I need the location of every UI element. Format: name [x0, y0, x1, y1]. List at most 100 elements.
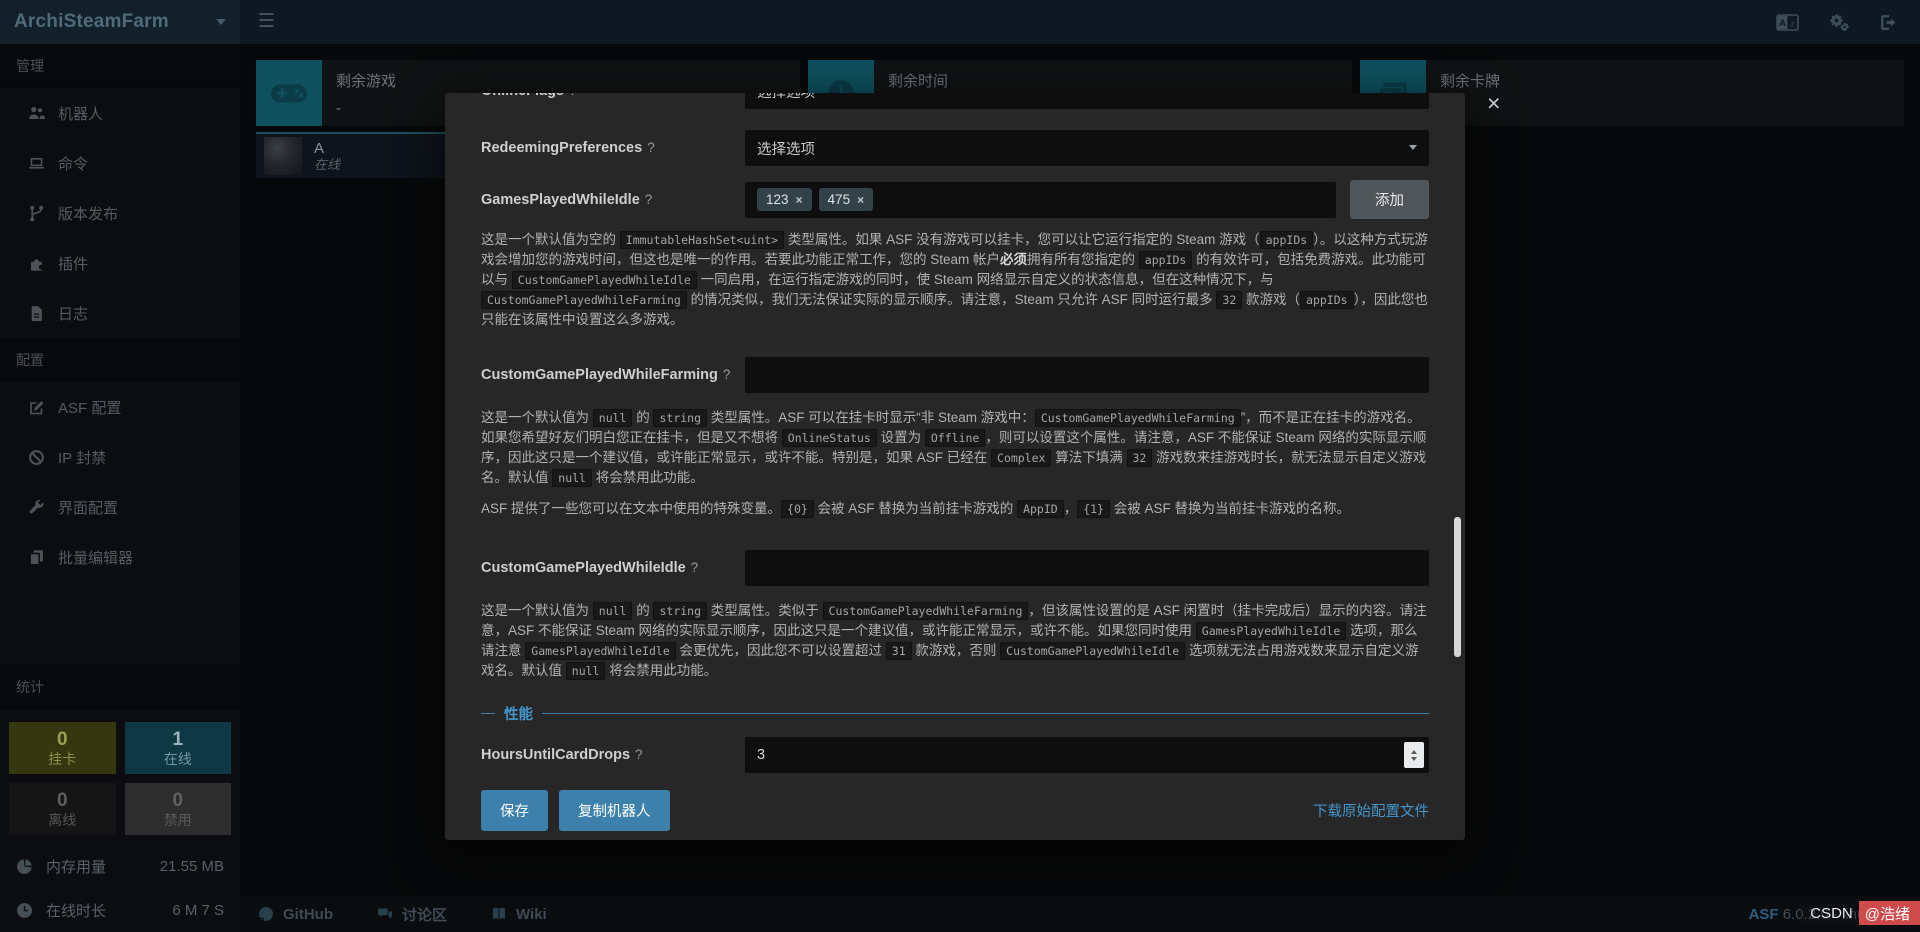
spinner-down-icon[interactable] — [1411, 757, 1417, 761]
tag-item: 475 × — [819, 188, 874, 211]
sidebar-item-commands[interactable]: 命令 — [0, 138, 240, 188]
footer-link-label: Wiki — [516, 906, 547, 923]
modal-actions: 保存 复制机器人 下载原始配置文件 — [481, 790, 1429, 831]
field-label: RedeemingPreferences? — [481, 140, 731, 156]
uptime-value: 6 M 7 S — [172, 902, 224, 919]
sidebar-item-bots[interactable]: 机器人 — [0, 88, 240, 138]
card-title: 剩余时间 — [888, 70, 948, 91]
watermark-prefix: CSDN — [1800, 902, 1859, 925]
puzzle-icon — [28, 255, 45, 272]
tag-remove-icon[interactable]: × — [796, 193, 803, 207]
stat-value: 1 — [172, 729, 183, 751]
custom-game-idle-field — [745, 550, 1429, 586]
custom-game-idle-input[interactable] — [757, 560, 1417, 576]
hamburger-menu-icon[interactable]: ☰ — [258, 12, 275, 32]
card-title: 剩余游戏 — [336, 70, 396, 91]
stat-online: 1 在线 — [125, 722, 232, 774]
field-label: HoursUntilCardDrops? — [481, 747, 731, 763]
sidebar-item-label: 命令 — [58, 153, 88, 174]
performance-section-header[interactable]: 性能 — [481, 703, 1429, 724]
field-label: CustomGamePlayedWhileIdle? — [481, 560, 731, 576]
redeeming-preferences-select[interactable]: 选择选项 — [745, 130, 1429, 166]
chevron-down-icon — [216, 19, 226, 25]
download-config-link[interactable]: 下载原始配置文件 — [1313, 800, 1429, 821]
footer-link-forum[interactable]: 讨论区 — [377, 904, 447, 925]
help-icon[interactable]: ? — [647, 140, 655, 155]
gamepad-icon — [256, 60, 322, 126]
section-divider — [542, 713, 1429, 714]
top-bar: ArchiSteamFarm ☰ A z — [0, 0, 1920, 44]
help-icon[interactable]: ? — [569, 93, 577, 98]
field-row-custom-game-farming: CustomGamePlayedWhileFarming? — [481, 357, 1429, 393]
language-icon[interactable]: A z — [1776, 14, 1798, 31]
modal-scroll-area[interactable]: OnlineFlags? 选择选项 RedeemingPreferences? … — [445, 93, 1465, 840]
memory-usage-row: 内存用量 21.55 MB — [0, 844, 240, 888]
chart-pie-icon — [16, 858, 33, 875]
watermark: CSDN @浩绪 — [1800, 901, 1920, 925]
memory-usage-label: 内存用量 — [46, 856, 106, 877]
custom-game-farming-field — [745, 357, 1429, 393]
sidebar-item-plugins[interactable]: 插件 — [0, 238, 240, 288]
sidebar-item-label: IP 封禁 — [58, 447, 106, 468]
sidebar-item-mass-editor[interactable]: 批量编辑器 — [0, 532, 240, 582]
card-body: 剩余游戏 - — [322, 60, 410, 126]
description-custom-farming: 这是一个默认值为 null 的 string 类型属性。ASF 可以在挂卡时显示… — [481, 408, 1429, 488]
sign-out-icon[interactable] — [1880, 14, 1902, 31]
help-icon[interactable]: ? — [635, 747, 643, 762]
field-label: GamesPlayedWhileIdle? — [481, 192, 731, 208]
comments-icon — [377, 906, 393, 922]
footer-link-wiki[interactable]: Wiki — [491, 906, 547, 923]
description-games-played: 这是一个默认值为空的 ImmutableHashSet<uint> 类型属性。如… — [481, 230, 1429, 329]
clone-bot-button[interactable]: 复制机器人 — [559, 790, 670, 831]
help-icon[interactable]: ? — [691, 560, 699, 575]
custom-game-farming-input[interactable] — [757, 367, 1417, 383]
games-played-tag-input[interactable]: 123 × 475 × — [745, 182, 1336, 218]
number-spinner[interactable] — [1404, 742, 1424, 768]
sidebar-item-releases[interactable]: 版本发布 — [0, 188, 240, 238]
modal-scrollbar-thumb[interactable] — [1454, 517, 1461, 657]
online-flags-select[interactable]: 选择选项 — [745, 93, 1429, 109]
save-button[interactable]: 保存 — [481, 790, 548, 831]
app-title: ArchiSteamFarm — [14, 11, 169, 33]
app-root: ArchiSteamFarm ☰ A z — [0, 0, 1920, 932]
footer-link-github[interactable]: GitHub — [258, 906, 333, 923]
field-row-online-flags: OnlineFlags? 选择选项 — [481, 93, 1429, 111]
field-row-redeeming-preferences: RedeemingPreferences? 选择选项 — [481, 130, 1429, 166]
sidebar: 管理 机器人 命令 版本发布 插件 — [0, 44, 240, 932]
terminal-icon — [28, 155, 45, 172]
help-icon[interactable]: ? — [645, 192, 653, 207]
sidebar-item-ip-bans[interactable]: IP 封禁 — [0, 432, 240, 482]
bot-name: A — [314, 140, 340, 157]
settings-gears-icon[interactable] — [1828, 14, 1850, 31]
stat-disabled: 0 禁用 — [125, 783, 232, 835]
github-icon — [258, 906, 274, 922]
spinner-up-icon[interactable] — [1411, 750, 1417, 754]
stat-label: 挂卡 — [48, 751, 76, 768]
description-special-variables: ASF 提供了一些您可以在文本中使用的特殊变量。{0} 会被 ASF 替换为当前… — [481, 499, 1429, 519]
ban-icon — [28, 449, 45, 466]
help-icon[interactable]: ? — [723, 367, 731, 382]
brand-selector[interactable]: ArchiSteamFarm — [0, 0, 240, 44]
chevron-down-icon — [1409, 145, 1417, 150]
sidebar-item-asf-config[interactable]: ASF 配置 — [0, 382, 240, 432]
sidebar-item-label: 界面配置 — [58, 497, 118, 518]
sidebar-item-log[interactable]: 日志 — [0, 288, 240, 338]
bot-status: 在线 — [314, 157, 340, 173]
tag-remove-icon[interactable]: × — [857, 193, 864, 207]
watermark-user: @浩绪 — [1859, 901, 1920, 925]
hours-until-card-drops-input[interactable] — [757, 747, 1417, 763]
users-icon — [28, 105, 45, 122]
bot-avatar — [264, 137, 302, 175]
footer: GitHub 讨论区 Wiki ASF 6.0.2.6 - linux-x64 — [240, 896, 1920, 932]
copy-icon — [28, 549, 45, 566]
field-row-hours-until-card-drops: HoursUntilCardDrops? — [481, 737, 1429, 773]
edit-icon — [28, 399, 45, 416]
add-button[interactable]: 添加 — [1350, 180, 1429, 219]
book-icon — [491, 906, 507, 922]
svg-text:A: A — [1779, 18, 1786, 29]
sidebar-section-config: 配置 — [0, 338, 240, 382]
description-custom-idle: 这是一个默认值为 null 的 string 类型属性。类似于 CustomGa… — [481, 601, 1429, 681]
sidebar-item-ui-config[interactable]: 界面配置 — [0, 482, 240, 532]
close-icon[interactable]: × — [1487, 92, 1500, 115]
sidebar-section-management: 管理 — [0, 44, 240, 88]
